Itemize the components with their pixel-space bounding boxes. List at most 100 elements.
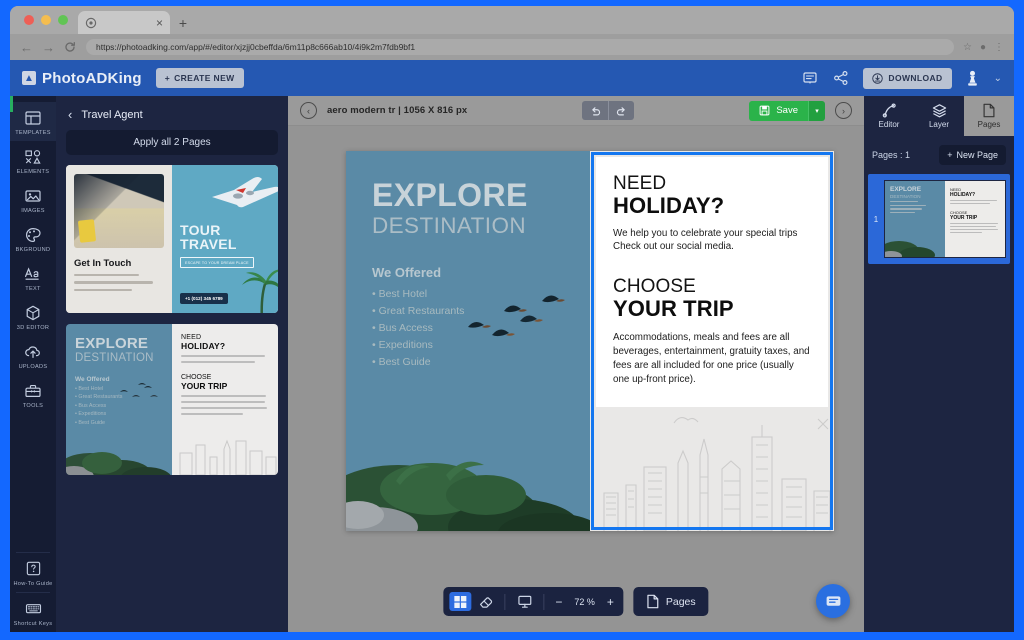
- holiday-text: HOLIDAY?: [181, 341, 269, 351]
- present-icon[interactable]: [513, 592, 535, 611]
- create-new-label: CREATE NEW: [174, 73, 235, 83]
- explore-heading: EXPLORE: [75, 336, 163, 351]
- tab-label-editor: Editor: [879, 120, 900, 129]
- sidebar-item-elements[interactable]: ELEMENTS: [10, 141, 56, 180]
- page-number: 1: [872, 215, 880, 224]
- save-disk-icon: [759, 105, 770, 116]
- back-icon[interactable]: ‹: [68, 108, 72, 121]
- design-right-page[interactable]: NEED HOLIDAY? We help you to celebrate y…: [590, 151, 834, 531]
- logo-text: PhotoADKing: [42, 70, 142, 87]
- tab-label-layer: Layer: [929, 120, 949, 129]
- url-text: https://photoadking.com/app/#/editor/xjz…: [96, 42, 415, 52]
- sidebar-item-text[interactable]: TEXT: [10, 258, 56, 297]
- sidebar-item-how-to-guide[interactable]: How-To Guide: [10, 553, 56, 592]
- zoom-out-button[interactable]: −: [552, 595, 565, 609]
- sidebar-item-templates[interactable]: TEMPLATES: [10, 102, 56, 141]
- app-logo[interactable]: ▲ PhotoADKing: [22, 70, 142, 87]
- selection-outline[interactable]: [591, 152, 833, 530]
- maximize-window-button[interactable]: [58, 15, 68, 25]
- sidebar-item-shortcut-keys[interactable]: Shortcut Keys: [10, 593, 56, 632]
- sidebar-label-images: IMAGES: [21, 208, 45, 214]
- back-icon[interactable]: ←: [20, 40, 33, 55]
- save-dropdown-caret[interactable]: ▾: [808, 101, 825, 121]
- tab-pages[interactable]: Pages: [964, 96, 1014, 136]
- new-page-button[interactable]: + New Page: [939, 145, 1006, 165]
- download-button[interactable]: DOWNLOAD: [863, 68, 951, 89]
- images-icon: [24, 186, 43, 205]
- sidebar-item-background[interactable]: BKGROUND: [10, 219, 56, 258]
- right-panel: Editor Layer Pages: [864, 96, 1014, 632]
- plus-icon: +: [947, 150, 952, 160]
- logo-icon: ▲: [22, 71, 36, 85]
- upload-icon: [24, 342, 43, 361]
- left-rail: TEMPLATES ELEMENTS IMAGES: [10, 96, 56, 632]
- address-bar[interactable]: https://photoadking.com/app/#/editor/xjz…: [86, 39, 954, 55]
- topbar-actions: DOWNLOAD ⌄: [801, 68, 1002, 89]
- reload-icon[interactable]: [64, 41, 77, 53]
- comment-icon[interactable]: [801, 70, 818, 87]
- canvas-column: ‹ aero modern tr | 1056 X 816 px: [288, 96, 864, 632]
- share-icon[interactable]: [832, 70, 849, 87]
- design-canvas[interactable]: EXPLORE DESTINATION We Offered • Best Ho…: [346, 151, 834, 531]
- close-window-button[interactable]: [24, 15, 34, 25]
- sidebar-item-3d-editor[interactable]: 3D EDITOR: [10, 297, 56, 336]
- canvas-bottom-toolbar: − 72 % + Pages: [443, 587, 708, 616]
- undo-icon[interactable]: [582, 101, 608, 120]
- thumb-para-line: [950, 200, 997, 201]
- pages-count-label: Pages : 1: [872, 150, 910, 160]
- urlbar-actions: ☆ ● ⋮: [963, 42, 1004, 53]
- toolbar-divider-2: [543, 594, 544, 610]
- app-frame: × + ← → https://photoadking.com/app/#/ed…: [0, 0, 1024, 640]
- forward-icon[interactable]: →: [42, 40, 55, 55]
- new-tab-button[interactable]: +: [170, 11, 196, 34]
- sidebar-item-images[interactable]: IMAGES: [10, 180, 56, 219]
- layers-icon: [932, 103, 947, 118]
- template-card-explore-destination[interactable]: EXPLORE DESTINATION We Offered • Best Ho…: [66, 324, 278, 475]
- canvas-area[interactable]: EXPLORE DESTINATION We Offered • Best Ho…: [288, 126, 864, 632]
- browser-tab[interactable]: ×: [78, 11, 170, 34]
- grid-icon[interactable]: [449, 592, 471, 611]
- page-thumbnail-row[interactable]: 1 EXPLORE DESTINATION: [868, 174, 1010, 264]
- thumb-right-page: NEED HOLIDAY? CHOOSE YOUR TRIP: [945, 181, 1005, 257]
- sidebar-label-how-to-guide: How-To Guide: [13, 581, 52, 587]
- history-buttons: [582, 101, 634, 120]
- profile-icon[interactable]: ●: [980, 42, 986, 53]
- thumb-left-page: EXPLORE DESTINATION: [885, 181, 945, 257]
- tab-favicon: [85, 17, 97, 29]
- avatar[interactable]: [966, 69, 980, 87]
- apply-all-pages-button[interactable]: Apply all 2 Pages: [66, 130, 278, 155]
- minimize-window-button[interactable]: [41, 15, 51, 25]
- phone-badge: +1 (012) 345 6789: [180, 293, 228, 304]
- template-card-tour-travel[interactable]: Get In Touch: [66, 165, 278, 313]
- design-left-page[interactable]: EXPLORE DESTINATION We Offered • Best Ho…: [346, 151, 590, 531]
- tab-layer[interactable]: Layer: [914, 96, 964, 136]
- eraser-icon[interactable]: [474, 592, 496, 611]
- sidebar-item-uploads[interactable]: UPLOADS: [10, 336, 56, 375]
- collapse-right-panel-button[interactable]: ›: [835, 102, 852, 119]
- app-topbar: ▲ PhotoADKing + CREATE NEW: [10, 60, 1014, 96]
- foliage-illustration: [346, 409, 590, 531]
- page-icon: [646, 594, 659, 609]
- canvas-toolbar: ‹ aero modern tr | 1056 X 816 px: [288, 96, 864, 126]
- page-thumbnail[interactable]: EXPLORE DESTINATION: [884, 180, 1006, 258]
- save-button[interactable]: Save: [749, 101, 808, 121]
- template-thumbnail-2: EXPLORE DESTINATION We Offered • Best Ho…: [66, 324, 278, 475]
- chat-icon[interactable]: [816, 584, 850, 618]
- close-tab-icon[interactable]: ×: [156, 17, 163, 29]
- chevron-down-icon[interactable]: ⌄: [994, 73, 1002, 84]
- pages-button[interactable]: Pages: [633, 587, 709, 616]
- sidebar-item-tools[interactable]: TOOLS: [10, 375, 56, 414]
- thumb-destination: DESTINATION: [890, 194, 940, 199]
- tab-editor[interactable]: Editor: [864, 96, 914, 136]
- bookmark-star-icon[interactable]: ☆: [963, 42, 972, 53]
- zoom-in-button[interactable]: +: [604, 595, 617, 609]
- thumb-line: [890, 205, 926, 206]
- browser-menu-icon[interactable]: ⋮: [994, 42, 1004, 53]
- thumb-para-line: [950, 232, 982, 233]
- para-line: [181, 355, 265, 357]
- redo-icon[interactable]: [608, 101, 634, 120]
- collapse-left-panel-button[interactable]: ‹: [300, 102, 317, 119]
- foliage-illustration: [885, 229, 943, 257]
- create-new-button[interactable]: + CREATE NEW: [156, 68, 244, 88]
- tour-travel-heading: TOUR TRAVEL: [180, 223, 237, 252]
